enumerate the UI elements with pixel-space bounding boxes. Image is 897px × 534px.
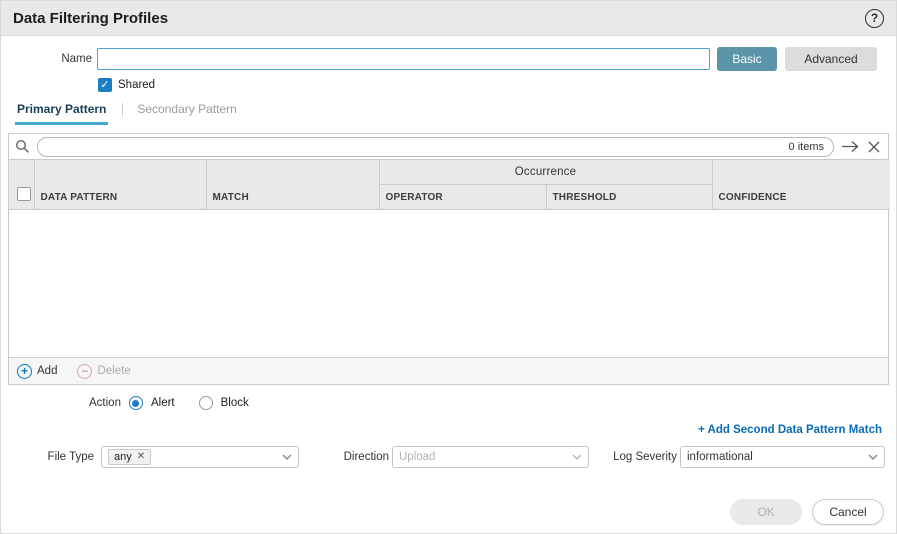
table-filter-input[interactable] <box>47 139 783 155</box>
dialog-footer: OK Cancel <box>1 499 896 525</box>
direction-value: Upload <box>399 451 566 463</box>
action-alert-label: Alert <box>151 397 175 409</box>
action-row: Action Alert Block <box>1 394 896 412</box>
basic-button[interactable]: Basic <box>717 47 777 71</box>
ok-button[interactable]: OK <box>730 499 802 525</box>
tab-secondary-pattern[interactable]: Secondary Pattern <box>135 99 238 125</box>
pattern-tabs: Primary Pattern Secondary Pattern <box>1 101 896 125</box>
search-icon <box>15 139 30 154</box>
dialog-titlebar: Data Filtering Profiles ? <box>1 1 896 36</box>
pattern-table-toolbar: + Add − Delete <box>9 357 888 384</box>
remove-file-type-icon[interactable]: ✕ <box>137 452 145 462</box>
pattern-table-header: DATA PATTERN MATCH Occurrence CONFIDENCE… <box>9 160 890 210</box>
action-label: Action <box>89 397 121 409</box>
file-type-label: File Type <box>1 445 94 469</box>
action-alert-radio[interactable] <box>129 396 143 410</box>
name-row: Name Basic Advanced <box>1 47 896 71</box>
delete-icon: − <box>77 364 92 379</box>
shared-checkbox[interactable]: ✓ <box>98 78 112 92</box>
chevron-down-icon <box>282 454 292 460</box>
name-label: Name <box>59 53 92 65</box>
column-header-threshold[interactable]: THRESHOLD <box>546 184 712 209</box>
tab-separator <box>122 103 123 117</box>
chevron-down-icon <box>868 454 878 460</box>
table-search-row: 0 items <box>9 134 888 160</box>
shared-row: ✓ Shared <box>98 77 896 93</box>
data-filtering-profiles-dialog: Data Filtering Profiles ? Name Basic Adv… <box>0 0 897 534</box>
add-button-label: Add <box>37 365 57 377</box>
log-severity-dropdown[interactable]: informational <box>680 446 885 468</box>
direction-dropdown[interactable]: Upload <box>392 446 589 468</box>
advanced-button[interactable]: Advanced <box>785 47 877 71</box>
add-second-data-pattern-link[interactable]: + Add Second Data Pattern Match <box>698 424 882 436</box>
column-header-operator[interactable]: OPERATOR <box>379 184 546 209</box>
column-header-confidence[interactable]: CONFIDENCE <box>712 160 890 209</box>
column-group-occurrence: Occurrence <box>379 160 712 184</box>
log-severity-label: Log Severity <box>589 445 677 469</box>
delete-button-label: Delete <box>97 365 130 377</box>
bottom-controls-row: File Type any ✕ Direction Upload Log Sev… <box>1 445 896 469</box>
action-block-label: Block <box>221 397 249 409</box>
add-button[interactable]: + Add <box>17 364 57 379</box>
pattern-table: 0 items DATA PATTERN MATCH Occurrence CO… <box>8 133 889 385</box>
clear-filter-icon[interactable] <box>868 141 880 153</box>
delete-button[interactable]: − Delete <box>77 364 130 379</box>
items-count: 0 items <box>789 141 824 153</box>
chevron-down-icon <box>572 454 582 460</box>
file-type-dropdown[interactable]: any ✕ <box>101 446 299 468</box>
column-header-data-pattern[interactable]: DATA PATTERN <box>34 160 206 209</box>
log-severity-value: informational <box>687 451 862 463</box>
direction-label: Direction <box>301 445 389 469</box>
dialog-title: Data Filtering Profiles <box>13 10 865 27</box>
cancel-button[interactable]: Cancel <box>812 499 884 525</box>
action-block-radio[interactable] <box>199 396 213 410</box>
help-icon[interactable]: ? <box>865 9 884 28</box>
pattern-table-body-empty <box>9 210 888 358</box>
add-icon: + <box>17 364 32 379</box>
apply-filter-icon[interactable] <box>841 140 861 153</box>
file-type-tag: any ✕ <box>108 449 151 465</box>
shared-label: Shared <box>118 79 155 91</box>
link-row: + Add Second Data Pattern Match <box>1 420 896 436</box>
name-input[interactable] <box>97 48 710 70</box>
tab-primary-pattern[interactable]: Primary Pattern <box>15 99 108 125</box>
select-all-checkbox[interactable] <box>17 187 31 201</box>
file-type-tag-value: any <box>114 451 132 463</box>
column-header-match[interactable]: MATCH <box>206 160 379 209</box>
table-filter-field[interactable]: 0 items <box>37 137 834 157</box>
